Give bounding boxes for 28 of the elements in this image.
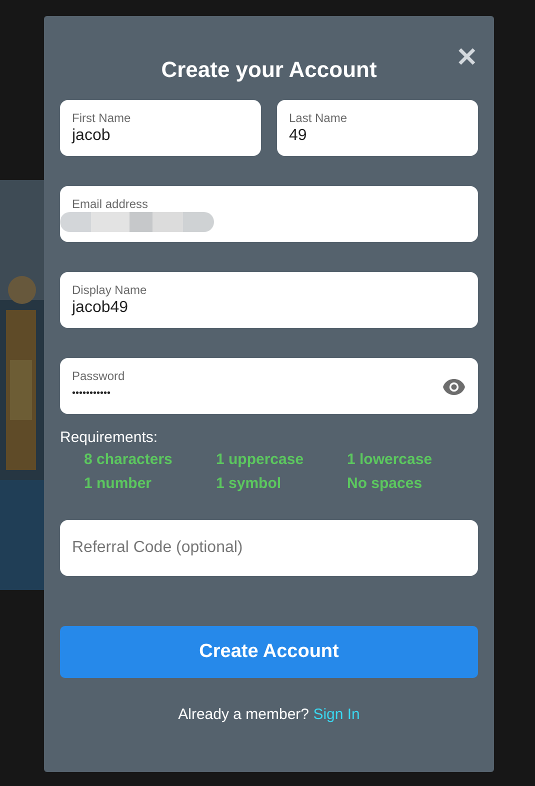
- input-field[interactable]: First Name jacob: [60, 100, 261, 156]
- requirement-text: 1 uppercase: [216, 451, 305, 469]
- input-field[interactable]: Last Name 49: [277, 100, 478, 156]
- close-button[interactable]: ✕: [456, 44, 478, 70]
- field-value: jacob49: [72, 298, 130, 318]
- input-field[interactable]: Password •••••••••••: [60, 358, 478, 414]
- input-field[interactable]: Email address: [60, 186, 478, 242]
- field-label: First Name: [72, 110, 132, 126]
- input-field[interactable]: Display Name jacob49: [60, 272, 478, 328]
- masked-password: •••••••••••: [72, 387, 111, 401]
- create-account-button[interactable]: Create Account: [60, 626, 478, 678]
- requirement-text: 1 number: [84, 475, 153, 493]
- field-value: 49: [289, 126, 308, 146]
- referral-code-field[interactable]: Referral Code (optional): [60, 520, 478, 576]
- eye-icon[interactable]: [442, 378, 466, 396]
- field-label: Password: [72, 368, 126, 384]
- field-value: jacob: [72, 126, 112, 146]
- dialog-title: Create your Account: [161, 56, 377, 84]
- field-label: Last Name: [289, 110, 348, 126]
- requirement-text: 1 lowercase: [347, 451, 434, 469]
- sign-in-link[interactable]: Sign In: [313, 706, 360, 723]
- field-label: Display Name: [72, 282, 148, 298]
- requirement-text: 8 characters: [84, 451, 174, 469]
- requirements-heading: Requirements:: [60, 429, 159, 447]
- footer-text: Already a member?: [178, 706, 310, 723]
- requirement-text: 1 symbol: [216, 475, 282, 493]
- field-label: Email address: [72, 196, 150, 212]
- requirement-text: No spaces: [347, 475, 424, 493]
